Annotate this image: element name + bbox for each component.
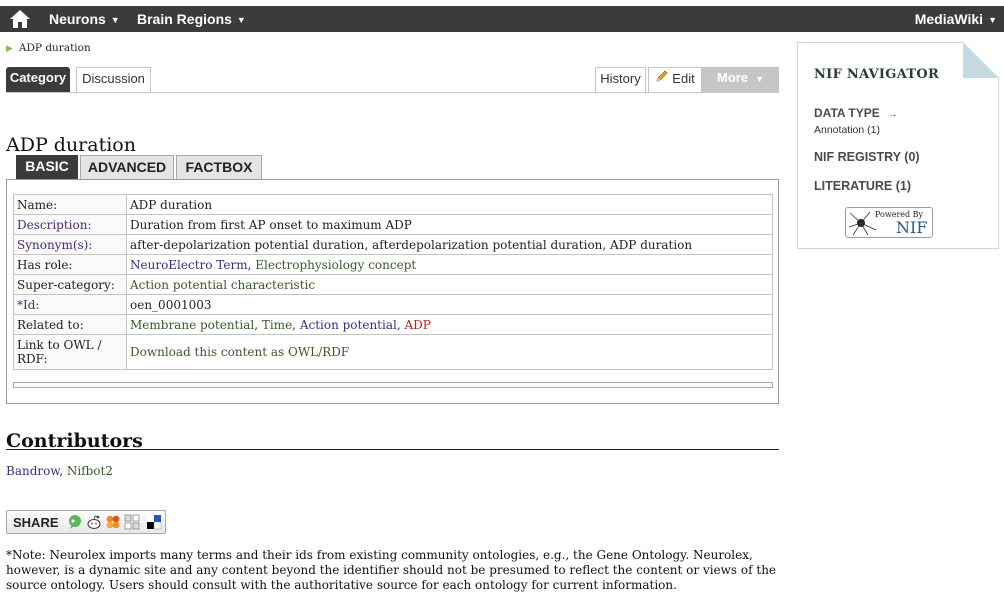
nif-navigator-title: NIF NAVIGATOR <box>814 67 940 82</box>
breadcrumb-arrow-icon: ▶ <box>6 44 13 54</box>
nif-literature-link[interactable]: LITERATURE (1) <box>814 179 911 193</box>
neuroelectro-term-link[interactable]: NeuroElectro Term <box>130 258 248 272</box>
home-icon[interactable] <box>9 9 31 29</box>
separator: , <box>254 317 262 332</box>
owl-rdf-download-link[interactable]: Download this content as OWL/RDF <box>130 345 349 359</box>
synonyms-value: after-depolarization potential duration,… <box>126 234 773 255</box>
menu-brain-regions[interactable]: Brain Regions ▼ <box>137 11 246 27</box>
super-category-value: Action potential characteristic <box>126 274 773 295</box>
description-value: Duration from first AP onset to maximum … <box>126 214 773 235</box>
breadcrumb-label[interactable]: ADP duration <box>19 42 91 54</box>
chevron-down-icon: ▼ <box>755 74 764 84</box>
table-row: Super-category: Action potential charact… <box>13 274 773 295</box>
name-label: Name: <box>13 194 127 215</box>
tab-basic[interactable]: BASIC <box>16 155 78 179</box>
table-row: Name: ADP duration <box>13 194 773 215</box>
id-label[interactable]: *Id: <box>13 294 127 315</box>
stumbleupon-icon <box>106 515 120 529</box>
tab-divider <box>6 92 779 93</box>
description-label[interactable]: Description: <box>13 214 127 235</box>
tab-history[interactable]: History <box>595 67 646 92</box>
table-row: Description: Duration from first AP onse… <box>13 214 773 235</box>
super-category-label: Super-category: <box>13 274 127 295</box>
nif-data-type-link[interactable]: DATA TYPE → <box>814 106 898 120</box>
neuron-logo-icon <box>848 211 877 236</box>
membrane-potential-link[interactable]: Membrane potential <box>130 318 254 332</box>
nif-wordmark: NIF <box>896 218 928 237</box>
table-row: Has role: NeuroElectro Term, Electrophys… <box>13 254 773 275</box>
owl-label: Link to OWL / RDF: <box>13 334 127 370</box>
contributors-divider <box>6 449 779 450</box>
pencil-icon <box>655 68 669 89</box>
ontology-note: *Note: Neurolex imports many terms and t… <box>6 548 777 592</box>
table-row: Link to OWL / RDF: Download this content… <box>13 334 773 370</box>
nif-navigator-panel: NIF NAVIGATOR DATA TYPE → Annotation (1) … <box>797 42 999 249</box>
synonyms-label[interactable]: Synonym(s): <box>13 234 127 255</box>
chevron-down-icon: ▼ <box>988 15 997 25</box>
tab-edit-label: Edit <box>672 71 695 86</box>
page-fold-decoration <box>963 42 999 78</box>
chevron-down-icon: ▼ <box>236 15 246 25</box>
arrow-right-icon: → <box>887 109 898 120</box>
table-row: Related to: Membrane potential, Time, Ac… <box>13 314 773 335</box>
menu-neurons-label: Neurons <box>49 11 106 27</box>
info-footer-bar <box>13 382 773 388</box>
tab-category[interactable]: Category <box>6 67 70 92</box>
info-table: Name: ADP duration Description: Duration… <box>13 194 773 370</box>
menu-mediawiki[interactable]: MediaWiki ▼ <box>915 11 997 27</box>
nif-data-type-label: DATA TYPE <box>814 106 880 120</box>
name-value: ADP duration <box>126 194 773 215</box>
tab-more[interactable]: More ▼ <box>702 67 779 92</box>
owl-value: Download this content as OWL/RDF <box>126 334 773 370</box>
delicious-icon <box>147 515 162 530</box>
contributor-link[interactable]: Bandrow <box>6 464 59 478</box>
menu-neurons[interactable]: Neurons ▼ <box>49 11 120 27</box>
bookmark-grid-icon <box>124 514 140 530</box>
table-row: Synonym(s): after-depolarization potenti… <box>13 234 773 255</box>
super-category-link[interactable]: Action potential characteristic <box>130 278 315 292</box>
nif-annotation-link[interactable]: Annotation (1) <box>814 124 880 136</box>
time-link[interactable]: Time <box>262 318 292 332</box>
share-label: SHARE <box>13 515 59 530</box>
has-role-label: Has role: <box>13 254 127 275</box>
reddit-icon <box>87 515 101 529</box>
separator: , <box>292 317 300 332</box>
tab-advanced[interactable]: ADVANCED <box>80 155 174 179</box>
tab-edit[interactable]: Edit <box>648 67 702 92</box>
related-label: Related to: <box>13 314 127 335</box>
share-button[interactable]: SHARE <box>6 510 166 534</box>
tab-factbox[interactable]: FACTBOX <box>176 155 262 179</box>
separator: , <box>59 464 67 478</box>
nif-registry-link[interactable]: NIF REGISTRY (0) <box>814 150 920 164</box>
tab-discussion[interactable]: Discussion <box>76 67 151 92</box>
electrophysiology-concept-link[interactable]: Electrophysiology concept <box>255 258 416 272</box>
top-navigation-bar: Neurons ▼ Brain Regions ▼ MediaWiki ▼ <box>0 6 1004 32</box>
contributors-list: Bandrow, Nifbot2 <box>6 464 113 478</box>
page-title: ADP duration <box>6 134 136 156</box>
info-box: Name: ADP duration Description: Duration… <box>6 179 779 404</box>
breadcrumb: ▶ ADP duration <box>6 42 91 54</box>
menu-brain-regions-label: Brain Regions <box>137 11 232 27</box>
action-potential-link[interactable]: Action potential <box>300 318 397 332</box>
menu-mediawiki-label: MediaWiki <box>914 11 984 27</box>
adp-link[interactable]: ADP <box>404 318 430 332</box>
chat-icon <box>69 515 81 529</box>
id-value: oen_0001003 <box>126 294 773 315</box>
has-role-value: NeuroElectro Term, Electrophysiology con… <box>126 254 773 275</box>
chevron-down-icon: ▼ <box>110 15 120 25</box>
table-row: *Id: oen_0001003 <box>13 294 773 315</box>
tab-more-label: More <box>717 70 749 85</box>
contributor-link[interactable]: Nifbot2 <box>67 464 113 478</box>
powered-by-nif-badge[interactable]: Powered By NIF <box>845 207 933 238</box>
related-value: Membrane potential, Time, Action potenti… <box>126 314 773 335</box>
